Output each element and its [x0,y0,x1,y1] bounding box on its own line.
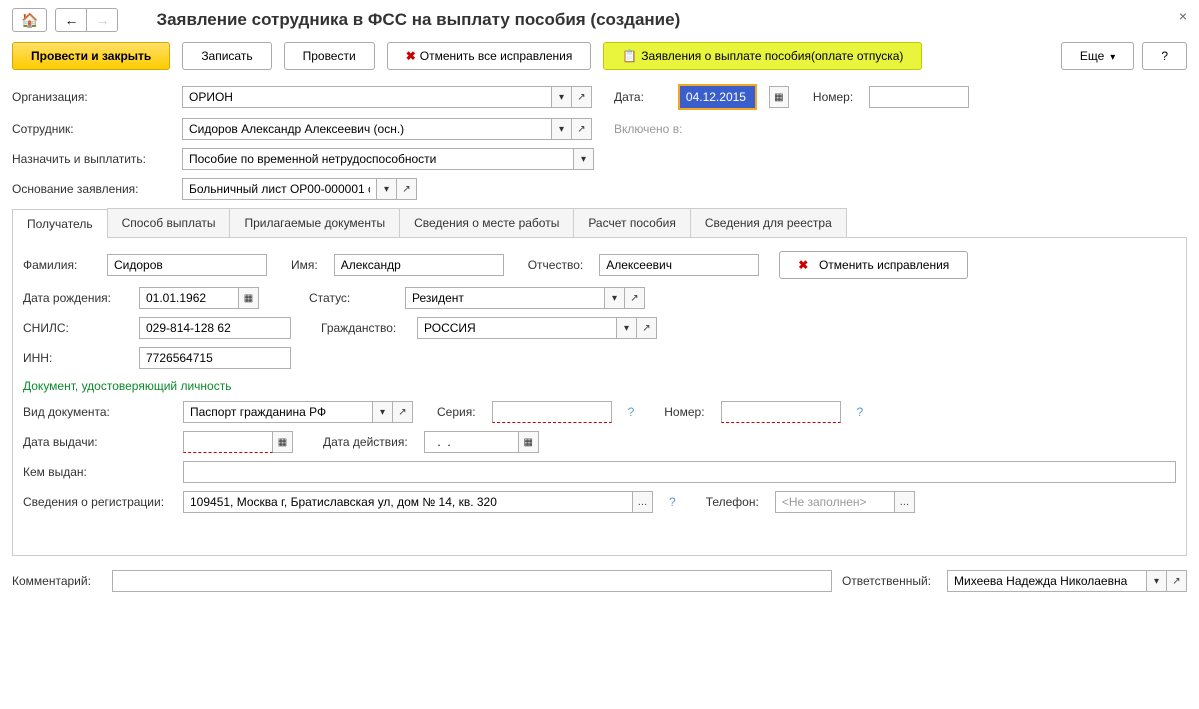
patronymic-label: Отчество: [528,258,584,272]
snils-input[interactable] [139,317,291,339]
tab-registry[interactable]: Сведения для реестра [690,208,847,237]
tabs: Получатель Способ выплаты Прилагаемые до… [12,208,1187,238]
home-button[interactable]: 🏠 [12,8,47,32]
close-icon[interactable]: × [1179,8,1187,24]
tab-payment-method[interactable]: Способ выплаты [107,208,231,237]
save-button[interactable]: Записать [182,42,271,70]
open-icon[interactable]: ↗ [572,86,592,108]
phone-label: Телефон: [706,495,759,509]
number-label: Номер: [813,90,853,104]
calendar-icon[interactable]: ▦ [273,431,293,453]
name-label: Имя: [291,258,318,272]
phone-input[interactable] [775,491,895,513]
dropdown-icon[interactable]: ▾ [552,86,572,108]
tab-workplace[interactable]: Сведения о месте работы [399,208,574,237]
tab-recipient[interactable]: Получатель [12,209,108,238]
docnum-input[interactable] [721,401,841,423]
date-label: Дата: [614,90,644,104]
forward-button[interactable]: → [87,8,118,32]
id-doc-header: Документ, удостоверяющий личность [23,379,1176,393]
help-icon[interactable]: ? [663,495,682,509]
status-label: Статус: [309,291,389,305]
dob-input[interactable] [139,287,239,309]
open-icon[interactable]: ↗ [1167,570,1187,592]
open-icon[interactable]: ↗ [625,287,645,309]
responsible-input[interactable] [947,570,1147,592]
basis-label: Основание заявления: [12,182,172,196]
page-title: Заявление сотрудника в ФСС на выплату по… [156,10,680,30]
series-label: Серия: [437,405,476,419]
docnum-label: Номер: [664,405,704,419]
issued-by-input[interactable] [183,461,1176,483]
doc-type-input[interactable] [183,401,373,423]
calendar-icon[interactable]: ▦ [519,431,539,453]
comment-input[interactable] [112,570,832,592]
ellipsis-icon[interactable]: … [633,491,653,513]
doc-type-label: Вид документа: [23,405,173,419]
reg-input[interactable] [183,491,633,513]
reg-label: Сведения о регистрации: [23,495,173,509]
basis-input[interactable] [182,178,377,200]
series-input[interactable] [492,401,612,423]
list-icon: 📋 [622,49,637,63]
dropdown-icon[interactable]: ▾ [574,148,594,170]
valid-date-label: Дата действия: [323,435,408,449]
help-button[interactable]: ? [1142,42,1187,70]
org-label: Организация: [12,90,172,104]
cancel-corrections-button[interactable]: ✖ Отменить исправления [779,251,968,279]
org-input[interactable] [182,86,552,108]
applications-button[interactable]: 📋Заявления о выплате пособия(оплате отпу… [603,42,922,70]
valid-date-input[interactable] [424,431,519,453]
dropdown-icon[interactable]: ▾ [552,118,572,140]
dropdown-icon[interactable]: ▾ [617,317,637,339]
more-button[interactable]: Еще [1061,42,1134,70]
employee-label: Сотрудник: [12,122,172,136]
surname-input[interactable] [107,254,267,276]
number-input[interactable] [869,86,969,108]
cancel-icon: ✖ [406,49,416,63]
employee-input[interactable] [182,118,552,140]
help-icon[interactable]: ? [622,405,641,419]
inn-input[interactable] [139,347,291,369]
inn-label: ИНН: [23,351,123,365]
patronymic-input[interactable] [599,254,759,276]
included-label: Включено в: [614,122,682,136]
recipient-panel: Фамилия: Имя: Отчество: ✖ Отменить испра… [21,247,1178,525]
tab-attachments[interactable]: Прилагаемые документы [229,208,400,237]
ellipsis-icon[interactable]: … [895,491,915,513]
open-icon[interactable]: ↗ [572,118,592,140]
back-button[interactable]: ← [55,8,87,32]
open-icon[interactable]: ↗ [637,317,657,339]
post-button[interactable]: Провести [284,42,375,70]
dob-label: Дата рождения: [23,291,123,305]
status-input[interactable] [405,287,605,309]
surname-label: Фамилия: [23,258,91,272]
dropdown-icon[interactable]: ▾ [377,178,397,200]
calendar-icon[interactable]: ▦ [769,86,789,108]
cancel-all-corrections-button[interactable]: ✖Отменить все исправления [387,42,592,70]
snils-label: СНИЛС: [23,321,123,335]
post-and-close-button[interactable]: Провести и закрыть [12,42,170,70]
assign-label: Назначить и выплатить: [12,152,172,166]
citizenship-input[interactable] [417,317,617,339]
cancel-icon: ✖ [798,258,808,272]
date-input[interactable] [680,86,755,108]
name-input[interactable] [334,254,504,276]
issued-by-label: Кем выдан: [23,465,173,479]
dropdown-icon[interactable]: ▾ [605,287,625,309]
open-icon[interactable]: ↗ [397,178,417,200]
assign-input[interactable] [182,148,574,170]
comment-label: Комментарий: [12,574,102,588]
dropdown-icon[interactable]: ▾ [1147,570,1167,592]
issue-date-label: Дата выдачи: [23,435,173,449]
citizenship-label: Гражданство: [321,321,401,335]
dropdown-icon[interactable]: ▾ [373,401,393,423]
help-icon[interactable]: ? [851,405,870,419]
tab-calculation[interactable]: Расчет пособия [573,208,691,237]
calendar-icon[interactable]: ▦ [239,287,259,309]
issue-date-input[interactable] [183,431,273,453]
responsible-label: Ответственный: [842,574,931,588]
open-icon[interactable]: ↗ [393,401,413,423]
